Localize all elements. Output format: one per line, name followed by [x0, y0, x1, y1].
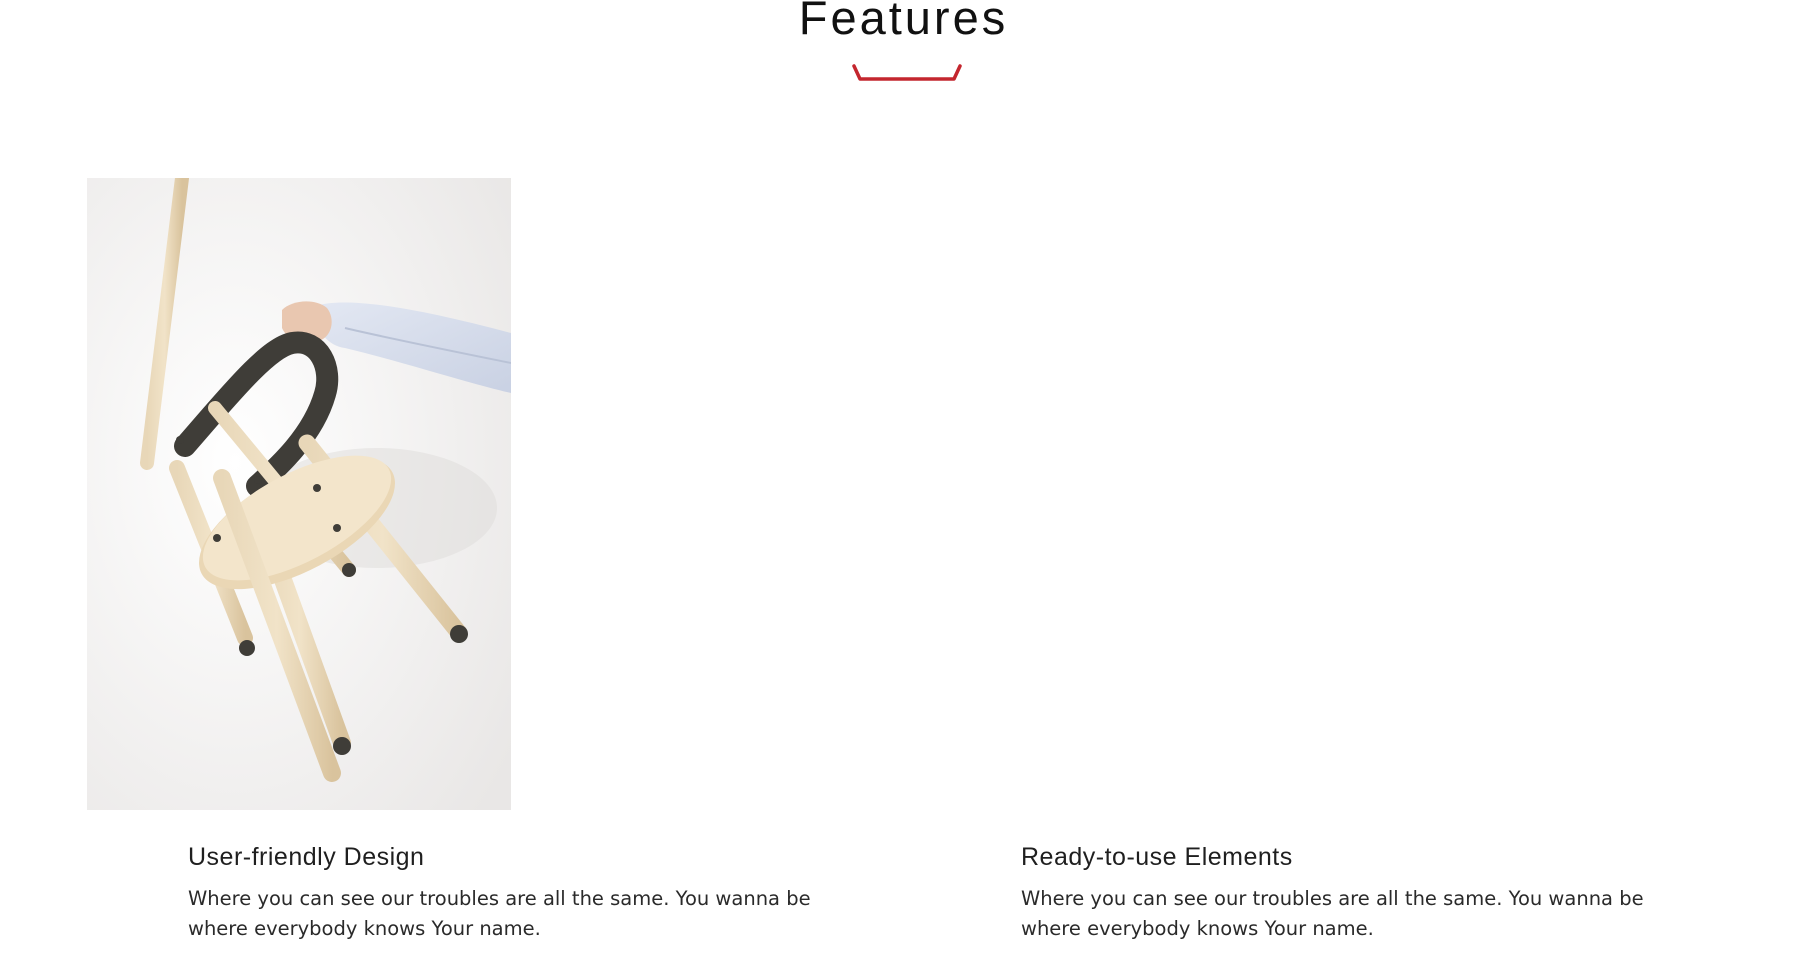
title-underline-decoration — [852, 64, 962, 81]
feature-title: User-friendly Design — [188, 843, 425, 871]
feature-description: Where you can see our troubles are all t… — [188, 887, 811, 940]
feature-user-friendly-design: User-friendly Design Where you can see o… — [188, 838, 868, 944]
feature-image-chair — [87, 178, 511, 810]
chair-illustration — [87, 178, 511, 810]
feature-description: Where you can see our troubles are all t… — [1021, 887, 1644, 940]
feature-ready-to-use-elements: Ready-to-use Elements Where you can see … — [1021, 838, 1701, 944]
section-title: Features — [798, 0, 1009, 44]
feature-title: Ready-to-use Elements — [1021, 843, 1293, 871]
